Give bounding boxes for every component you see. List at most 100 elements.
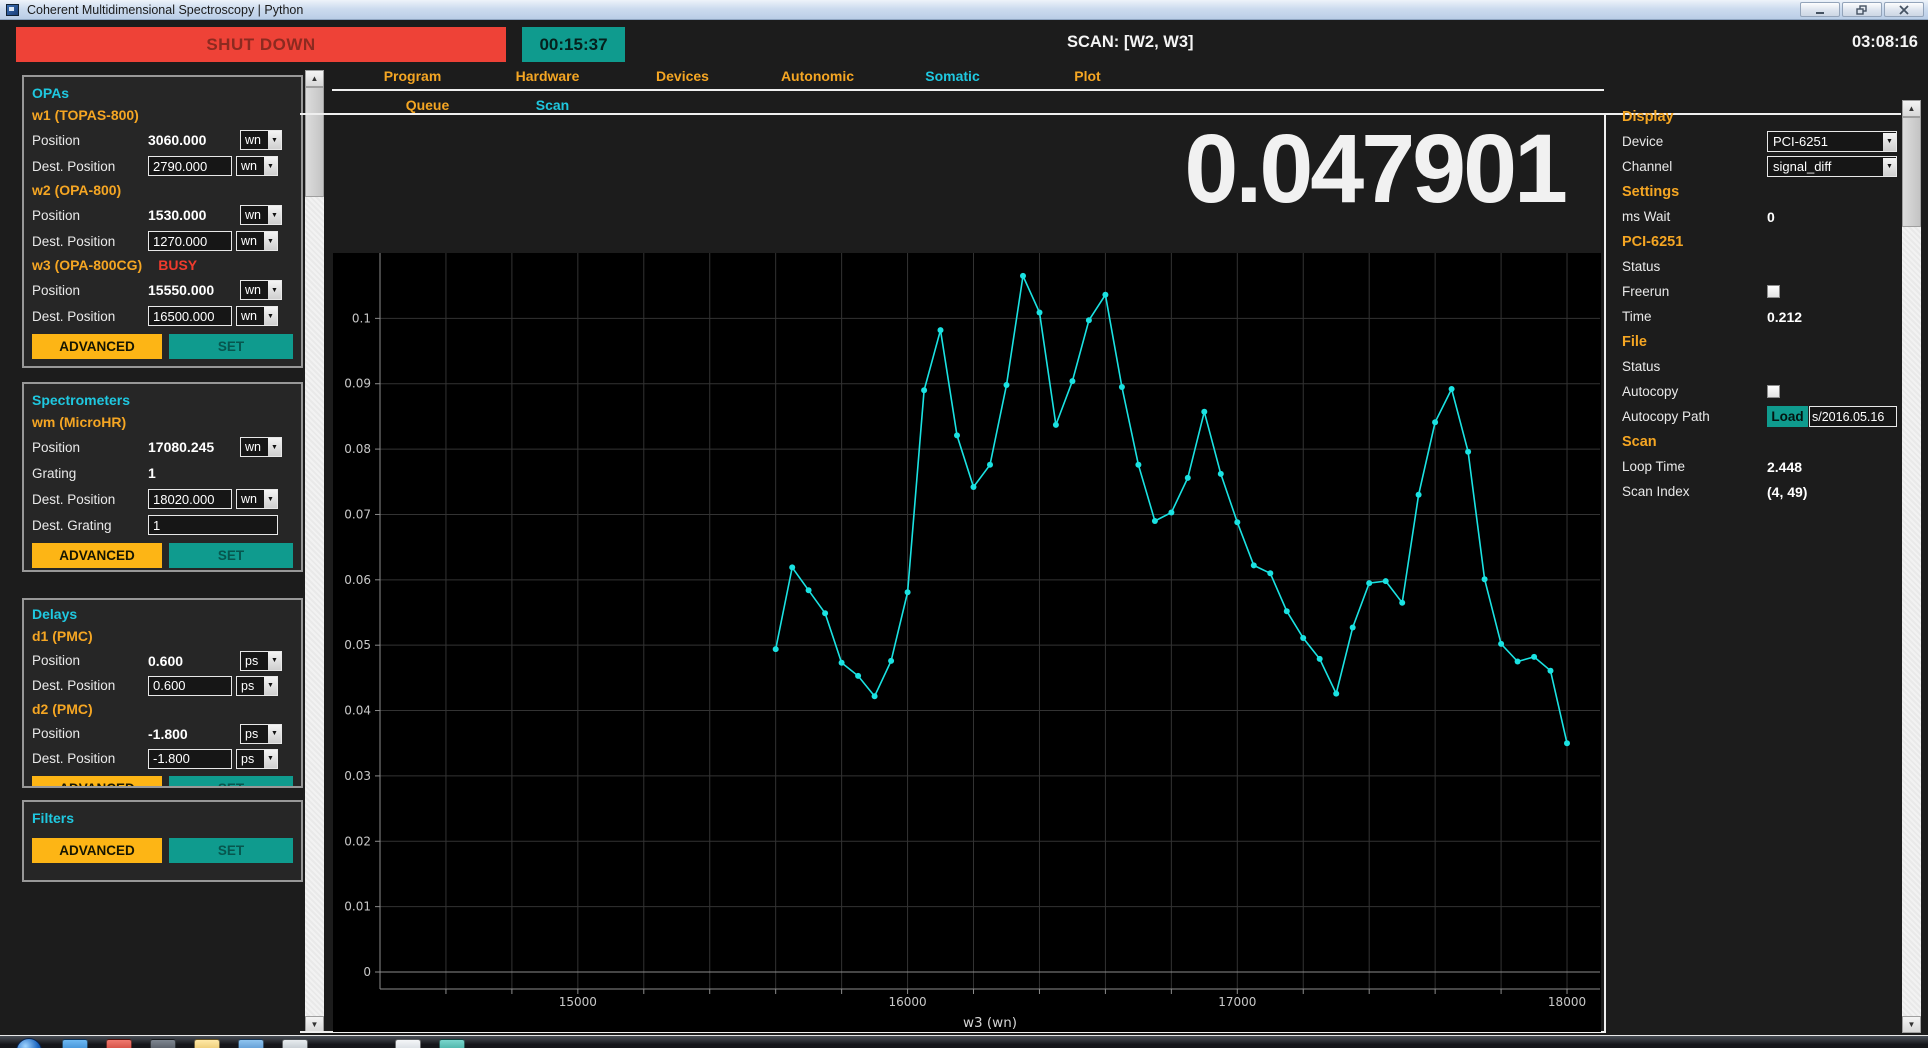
app-blue-icon[interactable] [238, 1039, 264, 1048]
left-panel-scrollbar[interactable]: ▲ ▼ [305, 70, 324, 1033]
tab-devices[interactable]: Devices [615, 68, 750, 84]
d2-dest-units-select[interactable]: ps▼ [236, 749, 278, 769]
scan-plot[interactable]: 00.010.020.030.040.050.060.070.080.090.1… [333, 253, 1601, 1032]
svg-text:0.06: 0.06 [344, 573, 371, 587]
w1-dest-position-input[interactable] [148, 156, 232, 176]
scroll-up-icon[interactable]: ▲ [305, 70, 324, 87]
w1-dest-units-select[interactable]: wn▼ [236, 156, 278, 176]
d2-position-units-select[interactable]: ps▼ [240, 724, 282, 744]
svg-text:17000: 17000 [1218, 995, 1256, 1009]
w3-dest-position-input[interactable] [148, 306, 232, 326]
hardware-name-w1: w1 (TOPAS-800) [32, 104, 293, 127]
d1-dest-position-input[interactable] [148, 676, 232, 696]
wm-dest-units-select[interactable]: wn▼ [236, 489, 278, 509]
scan-index-value: (4, 49) [1767, 484, 1807, 500]
wm-dest-position-input[interactable] [148, 489, 232, 509]
filters-set-button[interactable]: SET [169, 838, 293, 863]
app-gray-icon[interactable] [282, 1039, 308, 1048]
load-button[interactable]: Load [1767, 406, 1808, 427]
restore-button[interactable] [1842, 2, 1882, 17]
row-time: Time 0.212 [1622, 304, 1900, 329]
section-header-opas: OPAs [32, 82, 293, 104]
scroll-down-icon[interactable]: ▼ [1902, 1016, 1921, 1033]
device-select[interactable]: PCI-6251▼ [1767, 131, 1897, 152]
autocopy-checkbox[interactable] [1767, 385, 1780, 398]
row-channel: Channel signal_diff▼ [1622, 154, 1900, 179]
d2-position-value: -1.800 [148, 726, 236, 742]
tab-plot[interactable]: Plot [1020, 68, 1155, 84]
tab-autonomic[interactable]: Autonomic [750, 68, 885, 84]
hardware-name-wm: wm (MicroHR) [32, 411, 293, 434]
ms-wait-value: 0 [1767, 209, 1775, 225]
w3-position-units-select[interactable]: wn▼ [240, 280, 282, 300]
w2-dest-units-select[interactable]: wn▼ [236, 231, 278, 251]
close-button[interactable] [1884, 2, 1924, 17]
d1-position-units-select[interactable]: ps▼ [240, 651, 282, 671]
freerun-checkbox[interactable] [1767, 285, 1780, 298]
channel-select[interactable]: signal_diff▼ [1767, 156, 1897, 177]
tab-somatic[interactable]: Somatic [885, 68, 1020, 84]
runtime-timer: 00:15:37 [522, 27, 625, 62]
app-red-icon[interactable] [106, 1039, 132, 1048]
tab-queue[interactable]: Queue [365, 97, 490, 113]
wm-position-units-select[interactable]: wn▼ [240, 437, 282, 457]
folder-icon[interactable] [194, 1039, 220, 1048]
header-pci-6251: PCI-6251 [1622, 234, 1683, 250]
svg-text:0.02: 0.02 [344, 834, 371, 848]
scrollbar-thumb[interactable] [305, 87, 324, 197]
w3-dest-units-select[interactable]: wn▼ [236, 306, 278, 326]
spectrometers-set-button[interactable]: SET [169, 543, 293, 568]
row-freerun: Freerun [1622, 279, 1900, 304]
row-scan-index: Scan Index (4, 49) [1622, 479, 1900, 504]
section-header-filters: Filters [32, 807, 293, 829]
scrollbar-thumb[interactable] [1902, 117, 1921, 227]
tab-hardware[interactable]: Hardware [480, 68, 615, 84]
shutdown-button[interactable]: SHUT DOWN [16, 27, 506, 62]
row-d2-position: Position -1.800 ps▼ [32, 721, 293, 746]
autocopy-path-input[interactable] [1809, 406, 1897, 427]
main-scrollbar[interactable]: ▲ ▼ [1902, 100, 1921, 1033]
app-icon [6, 4, 19, 16]
main-tab-bar: Program Hardware Devices Autonomic Somat… [345, 68, 1155, 84]
d1-dest-units-select[interactable]: ps▼ [236, 676, 278, 696]
w2-dest-position-input[interactable] [148, 231, 232, 251]
delays-advanced-button[interactable]: ADVANCED [32, 776, 162, 788]
minimize-icon [1814, 5, 1826, 15]
svg-text:0.03: 0.03 [344, 769, 371, 783]
tab-program[interactable]: Program [345, 68, 480, 84]
filters-advanced-button[interactable]: ADVANCED [32, 838, 162, 863]
svg-text:0.05: 0.05 [344, 638, 371, 652]
chevron-down-icon: ▼ [268, 206, 281, 224]
svg-text:16000: 16000 [888, 995, 926, 1009]
panel-opas: OPAs w1 (TOPAS-800) Position 3060.000 wn… [22, 75, 303, 368]
restore-icon [1856, 5, 1868, 15]
hardware-name-d1: d1 (PMC) [32, 625, 293, 648]
windows-start-icon[interactable] [16, 1038, 42, 1048]
document-icon[interactable] [395, 1039, 421, 1048]
row-loop-time: Loop Time 2.448 [1622, 454, 1900, 479]
d2-dest-position-input[interactable] [148, 749, 232, 769]
row-device: Device PCI-6251▼ [1622, 129, 1900, 154]
browser-icon[interactable] [62, 1039, 88, 1048]
svg-text:0: 0 [363, 965, 371, 979]
loop-time-value: 2.448 [1767, 459, 1802, 475]
chevron-down-icon: ▼ [268, 438, 281, 456]
opas-set-button[interactable]: SET [169, 334, 293, 359]
wm-dest-grating-input[interactable] [148, 515, 278, 535]
row-d1-dest: Dest. Position ps▼ [32, 673, 293, 698]
hardware-name-w3: w3 (OPA-800CG)BUSY [32, 254, 293, 277]
w1-position-units-select[interactable]: wn▼ [240, 130, 282, 150]
app-dark-icon[interactable] [150, 1039, 176, 1048]
svg-text:18000: 18000 [1548, 995, 1586, 1009]
svg-text:w3 (wn): w3 (wn) [963, 1015, 1017, 1031]
delays-set-button[interactable]: SET [169, 776, 293, 788]
w2-position-units-select[interactable]: wn▼ [240, 205, 282, 225]
d1-position-value: 0.600 [148, 653, 236, 669]
app-teal-icon[interactable] [439, 1039, 465, 1048]
taskbar [0, 1035, 1928, 1048]
minimize-button[interactable] [1800, 2, 1840, 17]
spectrometers-advanced-button[interactable]: ADVANCED [32, 543, 162, 568]
scroll-up-icon[interactable]: ▲ [1902, 100, 1921, 117]
tab-scan[interactable]: Scan [490, 97, 615, 113]
opas-advanced-button[interactable]: ADVANCED [32, 334, 162, 359]
